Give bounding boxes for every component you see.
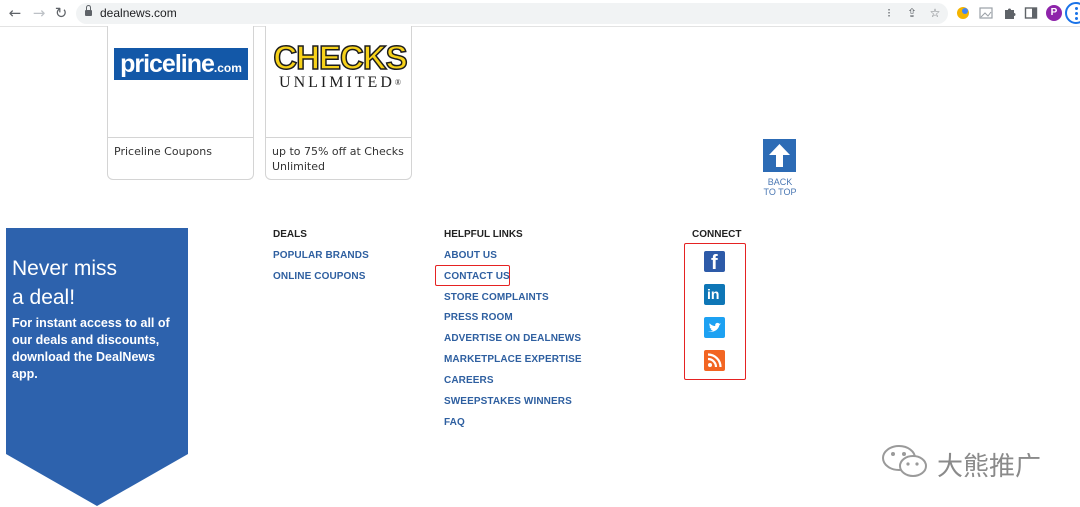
image-extension-icon[interactable] (979, 6, 993, 20)
footer-link-online-coupons[interactable]: ONLINE COUPONS (273, 271, 366, 282)
back-to-top-button[interactable] (763, 139, 796, 172)
coupon-card-priceline[interactable]: priceline.com Priceline Coupons (107, 26, 254, 180)
footer-link-about-us[interactable]: ABOUT US (444, 250, 497, 261)
footer-link-careers[interactable]: CAREERS (444, 375, 494, 386)
page: ← → ↻ dealnews.com ⁝ ⇪ ☆ P priceline.com (0, 0, 1080, 507)
card-caption[interactable]: up to 75% off at Checks Unlimited (272, 144, 404, 174)
twitter-icon[interactable] (704, 317, 725, 338)
address-bar[interactable]: dealnews.com ⁝ ⇪ ☆ (76, 3, 948, 24)
sidebar-icon[interactable] (1024, 6, 1038, 20)
browser-toolbar: ← → ↻ dealnews.com ⁝ ⇪ ☆ P (0, 0, 1080, 27)
share-icon[interactable]: ⇪ (905, 6, 919, 20)
helpful-links-heading: HELPFUL LINKS (444, 229, 523, 240)
linkedin-icon[interactable]: in (704, 284, 725, 305)
footer-link-store-complaints[interactable]: STORE COMPLAINTS (444, 292, 549, 303)
priceline-logo: priceline.com (114, 48, 248, 80)
translate-icon[interactable]: ⁝ (882, 6, 896, 20)
card-caption[interactable]: Priceline Coupons (114, 144, 246, 159)
connect-heading: CONNECT (692, 229, 742, 240)
extension-icon[interactable] (956, 6, 970, 20)
footer-link-sweepstakes-winners[interactable]: SWEEPSTAKES WINNERS (444, 396, 572, 407)
footer-link-marketplace-expertise[interactable]: MARKETPLACE EXPERTISE (444, 354, 582, 365)
footer-link-contact-us[interactable]: CONTACT US (444, 271, 510, 282)
facebook-icon[interactable]: f (704, 251, 725, 274)
forward-icon[interactable]: → (30, 4, 48, 22)
wechat-icon (882, 445, 927, 477)
arrow-up-icon (769, 144, 790, 167)
lock-icon[interactable] (85, 5, 92, 16)
puzzle-icon[interactable] (1002, 6, 1016, 20)
kebab-menu-icon[interactable] (1065, 2, 1080, 24)
footer-link-press-room[interactable]: PRESS ROOM (444, 312, 513, 323)
footer-link-advertise[interactable]: ADVERTISE ON DEALNEWS (444, 333, 581, 344)
back-to-top-label[interactable]: BACK TO TOP (757, 177, 803, 197)
deals-heading: DEALS (273, 229, 307, 240)
profile-avatar[interactable]: P (1046, 5, 1062, 21)
wechat-watermark: 大熊推广 (877, 440, 1057, 482)
coupon-card-checks-unlimited[interactable]: CHECKS UNLIMITED® up to 75% off at Check… (265, 26, 412, 180)
url-text: dealnews.com (100, 6, 177, 20)
banner-subtitle: For instant access to all of our deals a… (12, 316, 170, 381)
card-divider (108, 137, 253, 138)
footer-link-faq[interactable]: FAQ (444, 417, 465, 428)
banner-title: Never miss a deal! (12, 257, 118, 309)
app-promo-banner[interactable]: Never miss a deal! For instant access to… (6, 228, 188, 507)
card-divider (266, 137, 411, 138)
bookmark-star-icon[interactable]: ☆ (928, 6, 942, 20)
checks-unlimited-logo: CHECKS UNLIMITED® (273, 39, 409, 91)
rss-icon[interactable] (704, 350, 725, 371)
footer-link-popular-brands[interactable]: POPULAR BRANDS (273, 250, 369, 261)
watermark-text: 大熊推广 (937, 452, 1042, 482)
reload-icon[interactable]: ↻ (52, 4, 70, 22)
back-icon[interactable]: ← (6, 4, 24, 22)
